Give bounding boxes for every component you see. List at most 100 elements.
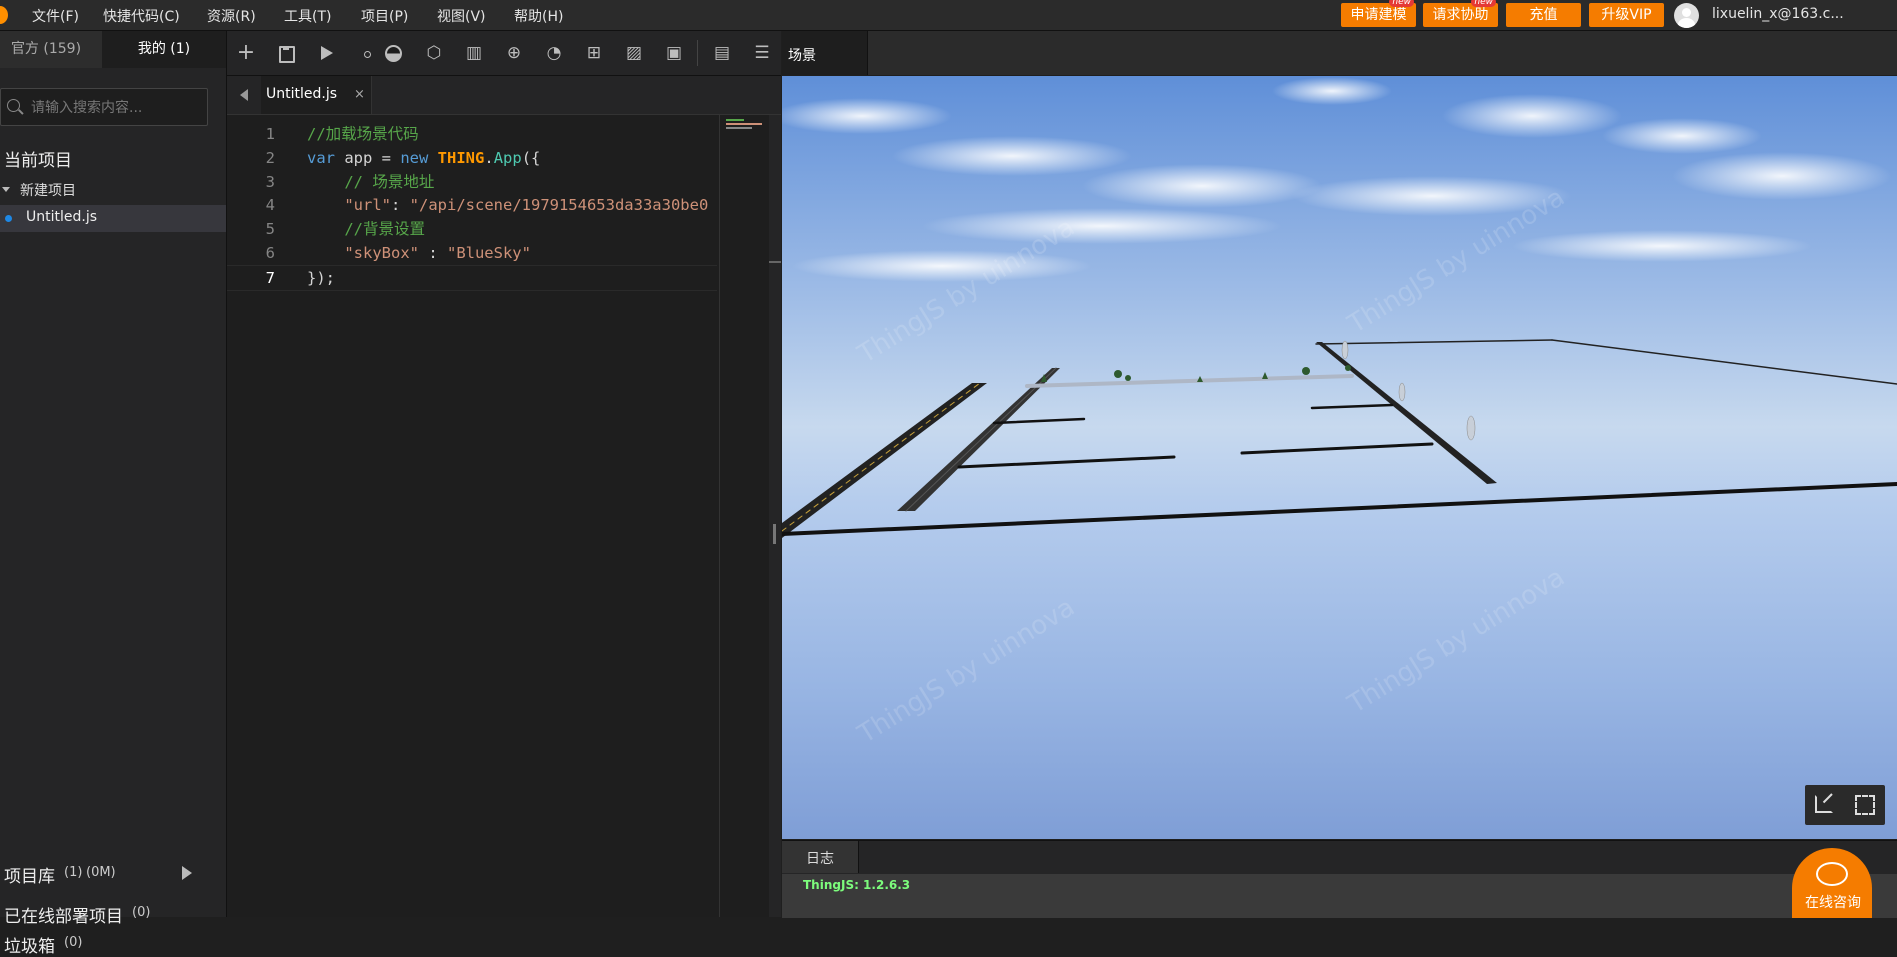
menu-item[interactable]: 文件(F) [32, 6, 79, 26]
menu-item[interactable]: 帮助(H) [514, 6, 563, 26]
code-text: "url": "/api/scene/1979154653da33a30be0 [307, 193, 708, 217]
code-text: }); [307, 266, 335, 290]
chart-icon[interactable]: ◔ [544, 43, 564, 63]
viewport-controls [1805, 785, 1885, 825]
dot-icon[interactable] [357, 43, 377, 63]
file-tabs: Untitled.js × [227, 76, 781, 115]
image-icon[interactable]: ▨ [624, 43, 644, 63]
project-name: 新建项目 [20, 183, 76, 199]
log-panel: 日志 ThingJS: 1.2.6.3 [782, 840, 1897, 918]
fullscreen-icon[interactable] [1855, 795, 1875, 815]
code-token: : [391, 196, 410, 215]
tabs-scroll-left-icon[interactable] [240, 89, 248, 101]
editor-scrollbar[interactable] [769, 115, 781, 917]
library-count: (1) [64, 865, 83, 880]
line-number: 4 [265, 196, 275, 215]
trash-label: 垃圾箱 [4, 937, 55, 957]
code-token: App [493, 148, 522, 167]
avatar[interactable] [1674, 3, 1699, 28]
online-consult-button[interactable]: 在线咨询 [1792, 848, 1872, 918]
chat-bubble-icon [1816, 862, 1848, 886]
code-line: 3 // 场景地址 [227, 170, 717, 194]
close-icon[interactable]: × [354, 87, 365, 102]
line-number: 5 [265, 220, 275, 239]
settings-icon[interactable]: ☰ [752, 43, 772, 63]
sphere-icon[interactable] [383, 43, 403, 63]
line-number: 7 [265, 268, 275, 287]
file-item-untitled[interactable]: Untitled.js [0, 205, 226, 232]
poplar-trees [1341, 340, 1476, 441]
line-number: 3 [265, 172, 275, 191]
tab-untitled-js[interactable]: Untitled.js × [261, 76, 372, 114]
menu-item[interactable]: 快捷代码(C) [103, 6, 180, 26]
code-text: //背景设置 [307, 217, 425, 241]
upgrade-vip-button[interactable]: 升级VIP [1589, 3, 1664, 27]
code-line: 1 //加载场景代码 [227, 122, 717, 146]
code-editor: + ⬡ ▥ ⊕ ◔ ⊞ ▨ ▣ ▤ ☰ Untitled.js × 1 //加载场… [227, 31, 781, 917]
run-icon[interactable] [316, 43, 336, 63]
code-token: : [418, 244, 447, 262]
minimap[interactable] [719, 115, 770, 917]
tab-scene-label: 场景 [788, 48, 816, 64]
cube-icon[interactable]: ⬡ [424, 43, 444, 63]
menu-item[interactable]: 项目(P) [361, 6, 408, 26]
code-token: "url" [344, 196, 391, 215]
code-token: "BlueSky" [446, 244, 531, 262]
globe-icon[interactable]: ⊕ [504, 43, 524, 63]
menu-item[interactable]: 工具(T) [284, 6, 331, 26]
notes-icon[interactable]: ▤ [712, 43, 732, 63]
project-tree-item[interactable]: 新建项目 [0, 177, 226, 203]
panel-icon[interactable]: ⊞ [584, 43, 604, 63]
clouds [782, 77, 1892, 282]
menu-bar: 文件(F) 快捷代码(C) 资源(R) 工具(T) 项目(P) 视图(V) 帮助(H) 申请… [0, 0, 1897, 31]
building-icon[interactable]: ▥ [464, 43, 484, 63]
trash-row[interactable]: 垃圾箱 (0) [0, 931, 226, 957]
library-label: 项目库 [4, 867, 55, 887]
open-external-icon[interactable] [1815, 795, 1833, 813]
search-input[interactable]: 请输入搜索内容... [0, 88, 208, 126]
deployed-projects-row[interactable]: 已在线部署项目 (0) [0, 901, 226, 927]
caret-down-icon [2, 187, 10, 192]
code-text: "skyBox" : "BlueSky" [307, 241, 531, 265]
search-icon-handle [18, 109, 24, 115]
add-icon[interactable]: + [236, 42, 256, 64]
menu-item[interactable]: 视图(V) [437, 6, 486, 26]
expand-arrow-icon[interactable] [182, 866, 192, 880]
code-area[interactable]: 1 //加载场景代码 2 var app = new THING.App({3 // … [227, 115, 717, 917]
road-network [782, 339, 1897, 538]
tab-mine[interactable]: 我的 (1) [102, 31, 226, 68]
modified-dot-icon [5, 215, 12, 222]
line-number: 1 [265, 125, 275, 143]
tab-file-name: Untitled.js [266, 86, 338, 102]
request-help-label: 请求协助 [1432, 7, 1489, 23]
log-output: ThingJS: 1.2.6.3 [782, 874, 1897, 918]
line-number: 2 [265, 148, 275, 167]
username[interactable]: lixuelin_x@163.c... [1712, 6, 1844, 22]
code-line: 2 var app = new THING.App({ [227, 146, 717, 170]
library-size: (0M) [86, 865, 116, 880]
search-placeholder: 请输入搜索内容... [31, 100, 143, 116]
code-token: ({ [521, 148, 541, 167]
toolbar-divider [697, 40, 698, 66]
menu-item[interactable]: 资源(R) [207, 6, 256, 26]
request-help-button[interactable]: 请求协助 new [1423, 0, 1498, 27]
deployed-label: 已在线部署项目 [4, 907, 123, 927]
tab-log[interactable]: 日志 [782, 841, 859, 873]
file-name: Untitled.js [26, 209, 98, 225]
picture-icon[interactable]: ▣ [664, 43, 684, 63]
scene-viewport[interactable]: ThingJS by uinnova ThingJS by uinnova Th… [782, 76, 1897, 839]
tab-scene[interactable]: 场景 [782, 31, 868, 75]
save-icon[interactable] [276, 43, 296, 63]
recharge-button[interactable]: 充值 [1506, 3, 1581, 27]
code-token: . [484, 148, 494, 167]
tab-official[interactable]: 官方 (159) [0, 31, 102, 68]
project-library-row[interactable]: 项目库 (1) (0M) [0, 861, 226, 887]
code-token: THING [437, 148, 485, 167]
code-line: 6 "skyBox" : "BlueSky" [227, 241, 717, 265]
code-token: //加载场景代码 [307, 125, 419, 143]
apply-model-button[interactable]: 申请建模 new [1341, 0, 1416, 27]
code-token: app = [335, 148, 401, 167]
